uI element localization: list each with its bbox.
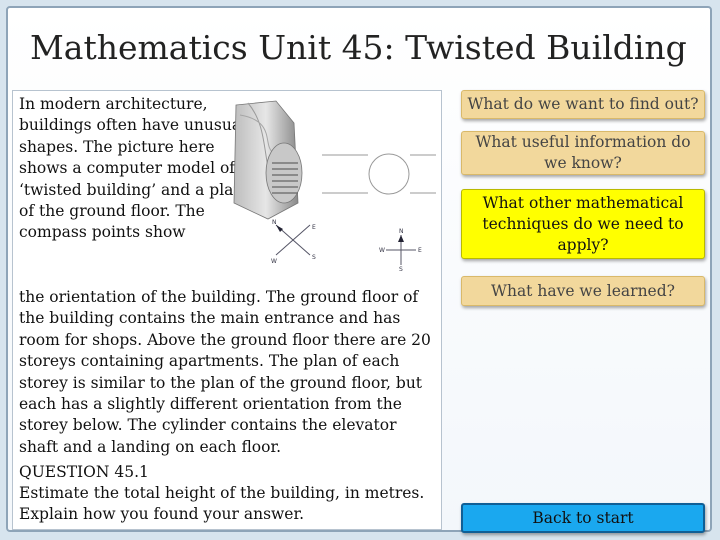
compass-left-s: S [312,254,316,261]
intro-paragraph: In modern architecture, buildings often … [19,95,250,242]
compass-left-e: E [312,224,316,231]
question-text: Estimate the total height of the buildin… [19,483,439,526]
question-title: QUESTION 45.1 [19,463,149,481]
back-to-start-label: Back to start [532,508,634,527]
learned-label: What have we learned? [491,281,675,300]
ground-floor-plan [322,153,436,195]
compass-left-w: W [271,258,277,265]
find-out-label: What do we want to find out? [467,95,699,113]
twisted-building-figure: N E S W N E S W [233,100,436,271]
compass-right-e: E [418,247,422,254]
useful-info-label: What useful information do we know? [475,133,691,172]
compass-left-n: N [272,219,277,226]
find-out-button[interactable]: What do we want to find out? [461,90,705,119]
page-title: Mathematics Unit 45: Twisted Building [30,28,687,67]
learned-button[interactable]: What have we learned? [461,276,705,306]
techniques-label: What other mathematical techniques do we… [482,193,684,254]
techniques-button[interactable]: What other mathematical techniques do we… [461,189,705,259]
compass-right-n: N [399,228,404,235]
compass-left: N E S W [271,219,316,265]
compass-right-s: S [399,266,403,271]
body-paragraph: the orientation of the building. The gro… [19,288,431,456]
useful-info-button[interactable]: What useful information do we know? [461,131,705,175]
question-keyword: Estimate [19,484,89,502]
content-panel: In modern architecture, buildings often … [12,90,442,530]
building-model [233,100,303,220]
back-to-start-button[interactable]: Back to start [461,503,705,533]
compass-right: N E S W [379,228,422,271]
compass-right-w: W [379,247,385,254]
